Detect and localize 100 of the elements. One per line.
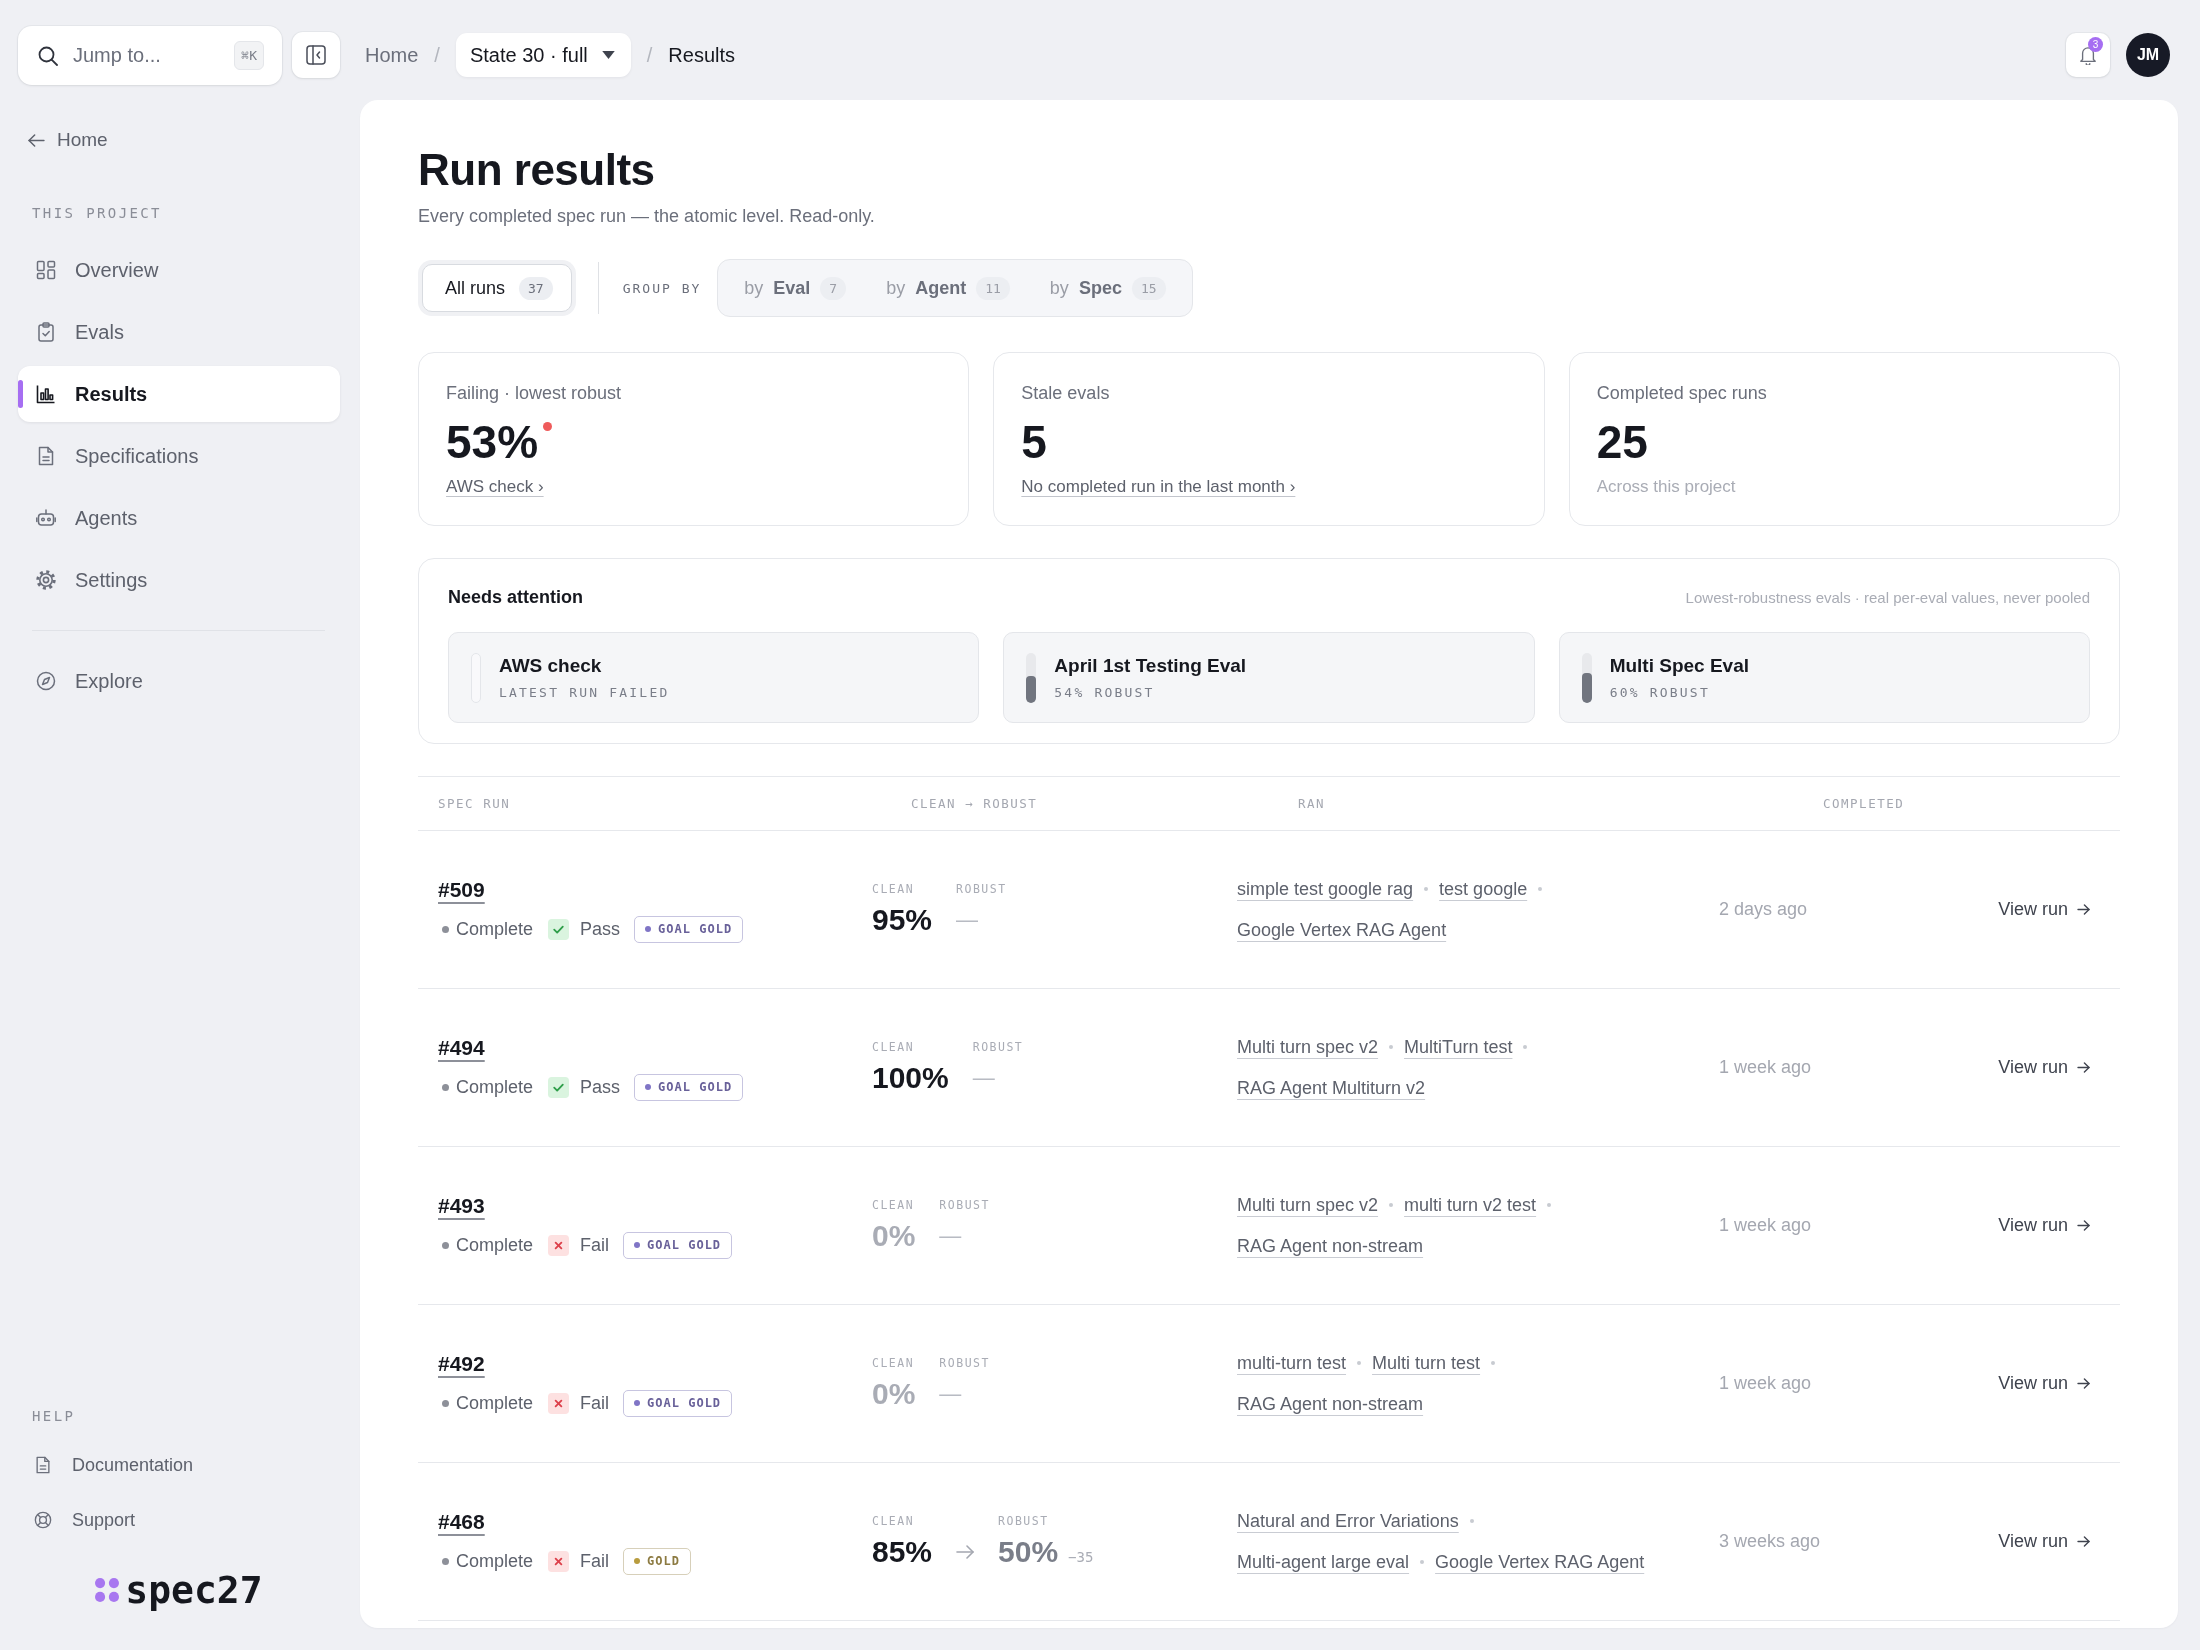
metric-value: 0%	[872, 1376, 916, 1412]
tab-prefix: by	[744, 277, 764, 299]
arrow-right-icon	[2077, 1378, 2090, 1389]
tab[interactable]: by Agent 11	[866, 265, 1030, 311]
panel-note: Lowest-robustness evals · real per-eval values, never pooled	[1685, 588, 2090, 606]
ran-link[interactable]: RAG Agent Multiturn v2	[1237, 1077, 1426, 1099]
dot-separator-icon	[1538, 887, 1543, 891]
status-text: Complete	[456, 1076, 534, 1098]
metric-value: 0%	[872, 1218, 916, 1254]
sidebar-item[interactable]: Specifications	[18, 428, 340, 484]
status-dot-icon	[442, 1083, 449, 1091]
notifications-button[interactable]: 3	[2066, 33, 2110, 77]
ran-link[interactable]: Multi turn spec v2	[1237, 1194, 1379, 1216]
ran-link[interactable]: MultiTurn test	[1404, 1036, 1513, 1058]
metric-label: ROBUST	[956, 881, 1007, 897]
run-link[interactable]: #509	[438, 876, 485, 904]
sidebar-link[interactable]: Support	[18, 1496, 340, 1544]
status-text: Complete	[456, 918, 534, 940]
metric-value: —	[956, 906, 980, 934]
sidebar-link[interactable]: Documentation	[18, 1441, 340, 1489]
sidebar-item[interactable]: Explore	[18, 653, 340, 709]
ran-link[interactable]: Google Vertex RAG Agent	[1435, 1551, 1645, 1573]
view-run-link[interactable]: View run	[1998, 899, 2090, 920]
user-avatar[interactable]: JM	[2126, 33, 2170, 77]
sidebar-item[interactable]: Evals	[18, 304, 340, 360]
sidebar-item[interactable]: Agents	[18, 490, 340, 546]
attention-item[interactable]: AWS check LATEST RUN FAILED	[448, 632, 980, 723]
column-header: CLEAN → ROBUST	[911, 796, 1039, 811]
back-link[interactable]: Home	[28, 126, 108, 154]
stat-value: 25	[1596, 416, 1648, 468]
tab[interactable]: by Spec 15	[1029, 265, 1186, 311]
tab-count: 37	[519, 276, 553, 300]
dot-separator-icon	[1420, 1560, 1425, 1564]
result-text: Fail	[580, 1392, 610, 1414]
section-heading: HELP	[32, 1407, 77, 1425]
dot-separator-icon	[1357, 1361, 1362, 1365]
status-dot-icon	[442, 925, 449, 933]
breadcrumb-separator: /	[434, 43, 440, 67]
stat-link[interactable]: No completed run in the last month ›	[1021, 476, 1296, 498]
ran-link[interactable]: multi-turn test	[1237, 1352, 1347, 1374]
ran-link[interactable]: multi turn v2 test	[1404, 1194, 1537, 1216]
clipboard-check-icon	[36, 322, 56, 342]
ran-link[interactable]: Multi-agent large eval	[1237, 1551, 1410, 1573]
arrow-right-icon	[2077, 1062, 2090, 1073]
gear-icon	[36, 570, 56, 590]
group-by-label: GROUP BY	[622, 280, 702, 296]
robot-icon	[36, 508, 56, 528]
completed-time: 1 week ago	[1719, 1373, 1813, 1394]
completed-time: 1 week ago	[1719, 1215, 1813, 1236]
sidebar-item[interactable]: Overview	[18, 242, 340, 298]
attention-item[interactable]: April 1st Testing Eval 54% ROBUST	[1003, 632, 1535, 723]
ran-link[interactable]: Natural and Error Variations	[1237, 1510, 1459, 1532]
panel-title: Needs attention	[448, 586, 584, 608]
dot-separator-icon	[1547, 1203, 1552, 1207]
run-link[interactable]: #494	[438, 1034, 485, 1062]
view-run-link[interactable]: View run	[1998, 1215, 2090, 1236]
stat-link[interactable]: AWS check ›	[446, 476, 544, 498]
result-text: Pass	[580, 918, 621, 940]
status-dot-icon	[442, 1399, 449, 1407]
ran-link[interactable]: RAG Agent non-stream	[1237, 1393, 1424, 1415]
tag-label: GOAL GOLD	[647, 1396, 722, 1410]
view-run-link[interactable]: View run	[1998, 1057, 2090, 1078]
metric-value: —	[972, 1064, 996, 1092]
arrow-right-icon	[956, 1545, 975, 1559]
dot-separator-icon	[1389, 1203, 1394, 1207]
dot-separator-icon	[1389, 1045, 1394, 1049]
result-text: Fail	[580, 1550, 610, 1572]
sidebar-item[interactable]: Results	[18, 366, 340, 422]
sidebar-toggle-button[interactable]	[292, 32, 340, 78]
caret-down-icon	[601, 51, 615, 59]
eval-name: AWS check	[499, 653, 603, 678]
eval-status: LATEST RUN FAILED	[499, 683, 670, 702]
lifebuoy-icon	[34, 1511, 52, 1529]
tab[interactable]: by Eval 7	[724, 265, 867, 311]
view-run-link[interactable]: View run	[1998, 1531, 2090, 1552]
metric-value: —	[939, 1222, 963, 1250]
completed-time: 1 week ago	[1719, 1057, 1813, 1078]
tag-label: GOAL GOLD	[647, 1238, 722, 1252]
attention-item[interactable]: Multi Spec Eval 60% ROBUST	[1558, 632, 2090, 723]
tag-label: GOAL GOLD	[658, 922, 733, 936]
run-link[interactable]: #492	[438, 1350, 485, 1378]
run-link[interactable]: #468	[438, 1508, 485, 1536]
ran-link[interactable]: simple test google rag	[1237, 878, 1414, 900]
ran-link[interactable]: Google Vertex RAG Agent	[1237, 919, 1447, 941]
view-run-link[interactable]: View run	[1998, 1373, 2090, 1394]
dot-separator-icon	[1523, 1045, 1528, 1049]
ran-link[interactable]: Multi turn test	[1372, 1352, 1481, 1374]
ran-link[interactable]: RAG Agent non-stream	[1237, 1235, 1424, 1257]
project-dropdown[interactable]: State 30 · full	[455, 33, 631, 77]
compass-icon	[36, 671, 56, 691]
ran-link[interactable]: test google	[1439, 878, 1528, 900]
run-link[interactable]: #493	[438, 1192, 485, 1220]
breadcrumb-link[interactable]: Home	[365, 43, 419, 67]
metric-label: CLEAN	[872, 881, 916, 897]
breadcrumb-current: Results	[668, 43, 736, 67]
column-header: COMPLETED	[1823, 796, 1906, 811]
ran-link[interactable]: Multi turn spec v2	[1237, 1036, 1379, 1058]
logo-text: spec27	[125, 1568, 263, 1612]
metric-label: ROBUST	[939, 1355, 990, 1371]
sidebar-item[interactable]: Settings	[18, 552, 340, 608]
